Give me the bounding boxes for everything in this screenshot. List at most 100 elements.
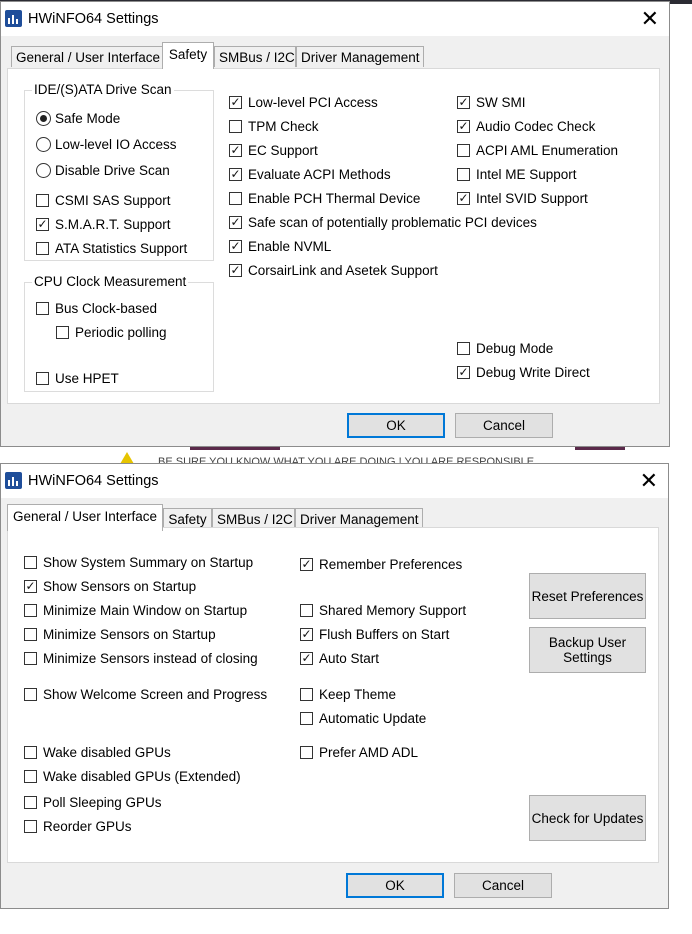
- checkbox-label: Prefer AMD ADL: [319, 745, 419, 760]
- checkmark-icon: ✓: [229, 239, 242, 253]
- reset-preferences-button[interactable]: Reset Preferences: [529, 573, 646, 619]
- cpu-clock-group: CPU Clock Measurement Bus Clock-based Pe…: [24, 274, 214, 392]
- window-title: HWiNFO64 Settings: [28, 473, 159, 489]
- cpu-clock-group-label: CPU Clock Measurement: [32, 274, 189, 289]
- checkbox-icon: [24, 770, 37, 783]
- cancel-button[interactable]: Cancel: [455, 413, 553, 438]
- checkbox-label: Poll Sleeping GPUs: [43, 795, 162, 810]
- checkbox-label: Minimize Sensors instead of closing: [43, 651, 258, 666]
- hwinfo-app-icon: [5, 472, 22, 489]
- title-bar: HWiNFO64 Settings ✕: [1, 464, 668, 498]
- checkbox-label: Minimize Main Window on Startup: [43, 603, 248, 618]
- checkbox-icon: [457, 168, 470, 181]
- checkbox-label: Wake disabled GPUs (Extended): [43, 769, 241, 784]
- checkbox-icon: [24, 556, 37, 569]
- check-for-updates-button[interactable]: Check for Updates: [529, 795, 646, 841]
- checkbox-label: Periodic polling: [75, 325, 167, 340]
- radio-label: Disable Drive Scan: [55, 163, 170, 178]
- checkbox-icon: [24, 688, 37, 701]
- radio-icon: [36, 111, 51, 126]
- checkbox-icon: [24, 604, 37, 617]
- backup-button-line1: Backup User: [548, 635, 627, 650]
- radio-dot-icon: [40, 115, 47, 122]
- close-icon[interactable]: ✕: [641, 6, 659, 32]
- backup-button-line2: Settings: [563, 650, 612, 665]
- checkbox-label: Shared Memory Support: [319, 603, 467, 618]
- checkbox-label: Use HPET: [55, 371, 119, 386]
- tab-smbus[interactable]: SMBus / I2C: [214, 46, 296, 67]
- tab-strip: General / User Interface Safety SMBus / …: [1, 36, 669, 69]
- checkbox-icon: [300, 746, 313, 759]
- checkbox-label: Enable NVML: [248, 239, 332, 254]
- ok-button[interactable]: OK: [346, 873, 444, 898]
- checkbox-label: Show Welcome Screen and Progress: [43, 687, 268, 702]
- checkbox-label: TPM Check: [248, 119, 319, 134]
- checkmark-icon: ✓: [457, 191, 470, 205]
- checkbox-label: Debug Mode: [476, 341, 554, 356]
- checkbox-label: Show System Summary on Startup: [43, 555, 254, 570]
- drive-scan-group-label: IDE/(S)ATA Drive Scan: [32, 82, 174, 97]
- checkbox-icon: [24, 628, 37, 641]
- checkbox-icon: [36, 194, 49, 207]
- hwinfo-app-icon: [5, 10, 22, 27]
- checkbox-icon: [229, 192, 242, 205]
- tab-driver-management[interactable]: Driver Management: [295, 508, 423, 529]
- drive-scan-group: IDE/(S)ATA Drive Scan Safe Mode Low-leve…: [24, 82, 214, 261]
- checkbox-icon: [24, 746, 37, 759]
- checkbox-icon: [36, 302, 49, 315]
- checkmark-icon: ✓: [24, 579, 37, 593]
- checkbox-icon: [56, 326, 69, 339]
- checkbox-label: CSMI SAS Support: [55, 193, 171, 208]
- checkbox-icon: [300, 688, 313, 701]
- tab-smbus[interactable]: SMBus / I2C: [212, 508, 295, 529]
- checkbox-label: Keep Theme: [319, 687, 397, 702]
- checkmark-icon: ✓: [36, 217, 49, 231]
- checkmark-icon: ✓: [300, 627, 313, 641]
- checkbox-label: S.M.A.R.T. Support: [55, 217, 171, 232]
- checkbox-label: Automatic Update: [319, 711, 427, 726]
- checkmark-icon: ✓: [300, 557, 313, 571]
- checkmark-icon: ✓: [229, 95, 242, 109]
- tab-safety[interactable]: Safety: [163, 508, 212, 529]
- tab-general[interactable]: General / User Interface: [7, 504, 163, 531]
- checkbox-label: Flush Buffers on Start: [319, 627, 450, 642]
- checkbox-label: Safe scan of potentially problematic PCI…: [248, 215, 537, 230]
- checkbox-label: Reorder GPUs: [43, 819, 132, 834]
- cancel-button[interactable]: Cancel: [454, 873, 552, 898]
- checkmark-icon: ✓: [229, 143, 242, 157]
- backup-user-settings-button[interactable]: Backup User Settings: [529, 627, 646, 673]
- checkbox-label: SW SMI: [476, 95, 526, 110]
- tab-safety[interactable]: Safety: [162, 42, 214, 69]
- checkmark-icon: ✓: [300, 651, 313, 665]
- checkbox-icon: [300, 604, 313, 617]
- checkbox-label: Low-level PCI Access: [248, 95, 378, 110]
- checkbox-icon: [24, 652, 37, 665]
- checkbox-label: ATA Statistics Support: [55, 241, 188, 256]
- settings-window-safety: HWiNFO64 Settings ✕ General / User Inter…: [0, 1, 670, 447]
- checkmark-icon: ✓: [229, 263, 242, 277]
- checkbox-label: Auto Start: [319, 651, 380, 666]
- radio-icon: [36, 163, 51, 178]
- checkbox-label: Show Sensors on Startup: [43, 579, 197, 594]
- checkbox-label: Debug Write Direct: [476, 365, 590, 380]
- ok-button[interactable]: OK: [347, 413, 445, 438]
- tab-general[interactable]: General / User Interface: [11, 46, 163, 67]
- checkmark-icon: ✓: [229, 167, 242, 181]
- checkbox-label: Evaluate ACPI Methods: [248, 167, 391, 182]
- title-bar: HWiNFO64 Settings ✕: [1, 2, 669, 36]
- close-icon[interactable]: ✕: [640, 468, 658, 494]
- checkmark-icon: ✓: [229, 215, 242, 229]
- checkbox-icon: [229, 120, 242, 133]
- radio-label: Safe Mode: [55, 111, 121, 126]
- checkbox-label: Bus Clock-based: [55, 301, 158, 316]
- checkbox-label: Intel ME Support: [476, 167, 577, 182]
- checkbox-icon: [457, 144, 470, 157]
- tab-driver-management[interactable]: Driver Management: [296, 46, 424, 67]
- checkbox-label: Minimize Sensors on Startup: [43, 627, 216, 642]
- checkbox-label: Wake disabled GPUs: [43, 745, 171, 760]
- checkbox-icon: [36, 372, 49, 385]
- checkbox-label: Intel SVID Support: [476, 191, 588, 206]
- radio-label: Low-level IO Access: [55, 137, 177, 152]
- checkbox-icon: [36, 242, 49, 255]
- checkmark-icon: ✓: [457, 365, 470, 379]
